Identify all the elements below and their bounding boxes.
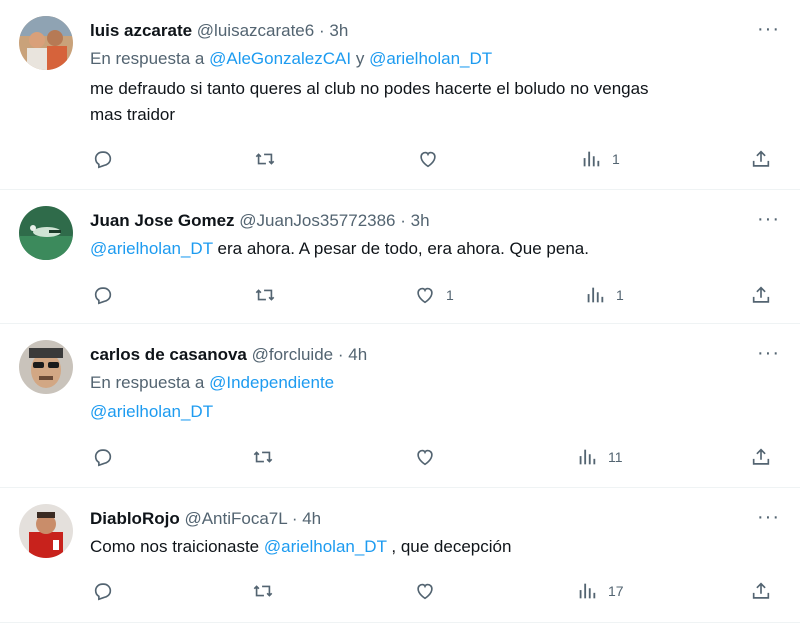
author-handle[interactable]: @JuanJos35772386 [239,211,395,230]
reply-button[interactable] [92,579,114,603]
tweet-text: Como nos traicionaste @arielholan_DT , q… [90,535,511,559]
retweet-icon [255,289,275,301]
retweet-icon [255,153,275,165]
mention-link[interactable]: @AleGonzalezCAI [209,49,351,68]
retweet-icon [253,451,273,463]
share-button[interactable] [750,147,772,171]
reply-icon [94,583,112,601]
timestamp[interactable]: 3h [329,21,348,40]
reply-prefix: En respuesta a [90,373,205,392]
action-bar: 1 [90,147,780,171]
more-icon[interactable]: ··· [757,19,780,39]
share-button[interactable] [750,579,772,603]
separator-dot: · [337,345,344,364]
separator-dot: · [318,21,325,40]
author-handle[interactable]: @forcluide [252,345,334,364]
reply-prefix: En respuesta a [90,49,205,68]
tweet-text: @arielholan_DT [90,400,213,424]
tweet[interactable]: carlos de casanova @forcluide · 4h ··· E… [0,324,800,488]
author-handle[interactable]: @AntiFoca7L [184,509,287,528]
tweet-text-line: mas traidor [90,105,176,124]
share-icon [752,448,770,465]
share-icon [752,286,770,303]
separator-dot: · [291,509,298,528]
reply-join: y [355,49,365,68]
share-icon [752,582,770,599]
share-button[interactable] [750,445,772,469]
like-button[interactable] [414,445,436,469]
tweet[interactable]: Juan Jose Gomez @JuanJos35772386 · 3h ··… [0,190,800,324]
share-button[interactable] [750,283,772,307]
reply-button[interactable] [92,147,114,171]
avatar[interactable] [19,504,73,558]
reply-button[interactable] [92,283,114,307]
views-icon [583,151,600,167]
views-button[interactable]: 1 [584,283,624,307]
mention-link[interactable]: @arielholan_DT [90,402,213,421]
tweet[interactable]: DiabloRojo @AntiFoca7L · 4h ··· Como nos… [0,488,800,623]
views-button[interactable]: 11 [576,445,623,469]
more-icon[interactable]: ··· [757,343,780,363]
action-bar: 11 [90,445,780,469]
views-button[interactable]: 17 [576,579,624,603]
share-icon [752,150,770,167]
timestamp[interactable]: 4h [348,345,367,364]
tweet-text-line: me defraudo si tanto queres al club no p… [90,79,649,98]
mention-link[interactable]: @arielholan_DT [369,49,492,68]
view-count: 17 [608,583,624,599]
more-icon[interactable]: ··· [757,209,780,229]
reply-icon [94,287,112,305]
view-count: 1 [612,151,620,167]
timestamp[interactable]: 4h [302,509,321,528]
author-name[interactable]: carlos de casanova [90,345,247,364]
views-icon [579,449,596,465]
tweet-text-content: era ahora. A pesar de todo, era ahora. Q… [212,239,589,258]
avatar[interactable] [19,340,73,394]
like-button[interactable] [417,147,439,171]
mention-link[interactable]: @Independiente [209,373,334,392]
author-name[interactable]: Juan Jose Gomez [90,211,235,230]
mention-link[interactable]: @arielholan_DT [90,239,213,258]
action-bar: 17 [90,579,780,603]
views-icon [579,583,596,599]
views-button[interactable]: 1 [580,147,620,171]
tweet-text: @arielholan_DT era ahora. A pesar de tod… [90,237,589,261]
retweet-button[interactable] [252,445,274,469]
tweet-text-content: , que decepción [386,537,512,556]
avatar[interactable] [19,16,73,70]
views-icon [587,287,604,303]
retweet-button[interactable] [254,283,276,307]
separator-dot: · [400,211,406,230]
like-button[interactable]: 1 [414,283,454,307]
reply-context: En respuesta a @Independiente [90,371,334,395]
author-handle[interactable]: @luisazcarate6 [197,21,314,40]
author-name[interactable]: luis azcarate [90,21,192,40]
view-count: 11 [608,449,623,465]
like-icon [417,287,433,304]
tweet[interactable]: luis azcarate @luisazcarate6 · 3h ··· En… [0,0,800,190]
reply-button[interactable] [92,445,114,469]
mention-link[interactable]: @arielholan_DT [264,537,387,556]
reply-context: En respuesta a @AleGonzalezCAI y @arielh… [90,47,492,71]
retweet-button[interactable] [252,579,274,603]
tweet-text-content: Como nos traicionaste [90,537,264,556]
timestamp[interactable]: 3h [411,211,430,230]
view-count: 1 [616,287,624,303]
avatar[interactable] [19,206,73,260]
reply-icon [94,151,112,169]
reply-icon [94,449,112,467]
retweet-button[interactable] [254,147,276,171]
more-icon[interactable]: ··· [757,507,780,527]
like-button[interactable] [414,579,436,603]
retweet-icon [253,585,273,597]
like-icon [417,583,433,600]
like-count: 1 [446,287,454,303]
like-icon [417,449,433,466]
like-icon [420,151,436,168]
author-name[interactable]: DiabloRojo [90,509,180,528]
action-bar: 1 1 [90,283,780,307]
